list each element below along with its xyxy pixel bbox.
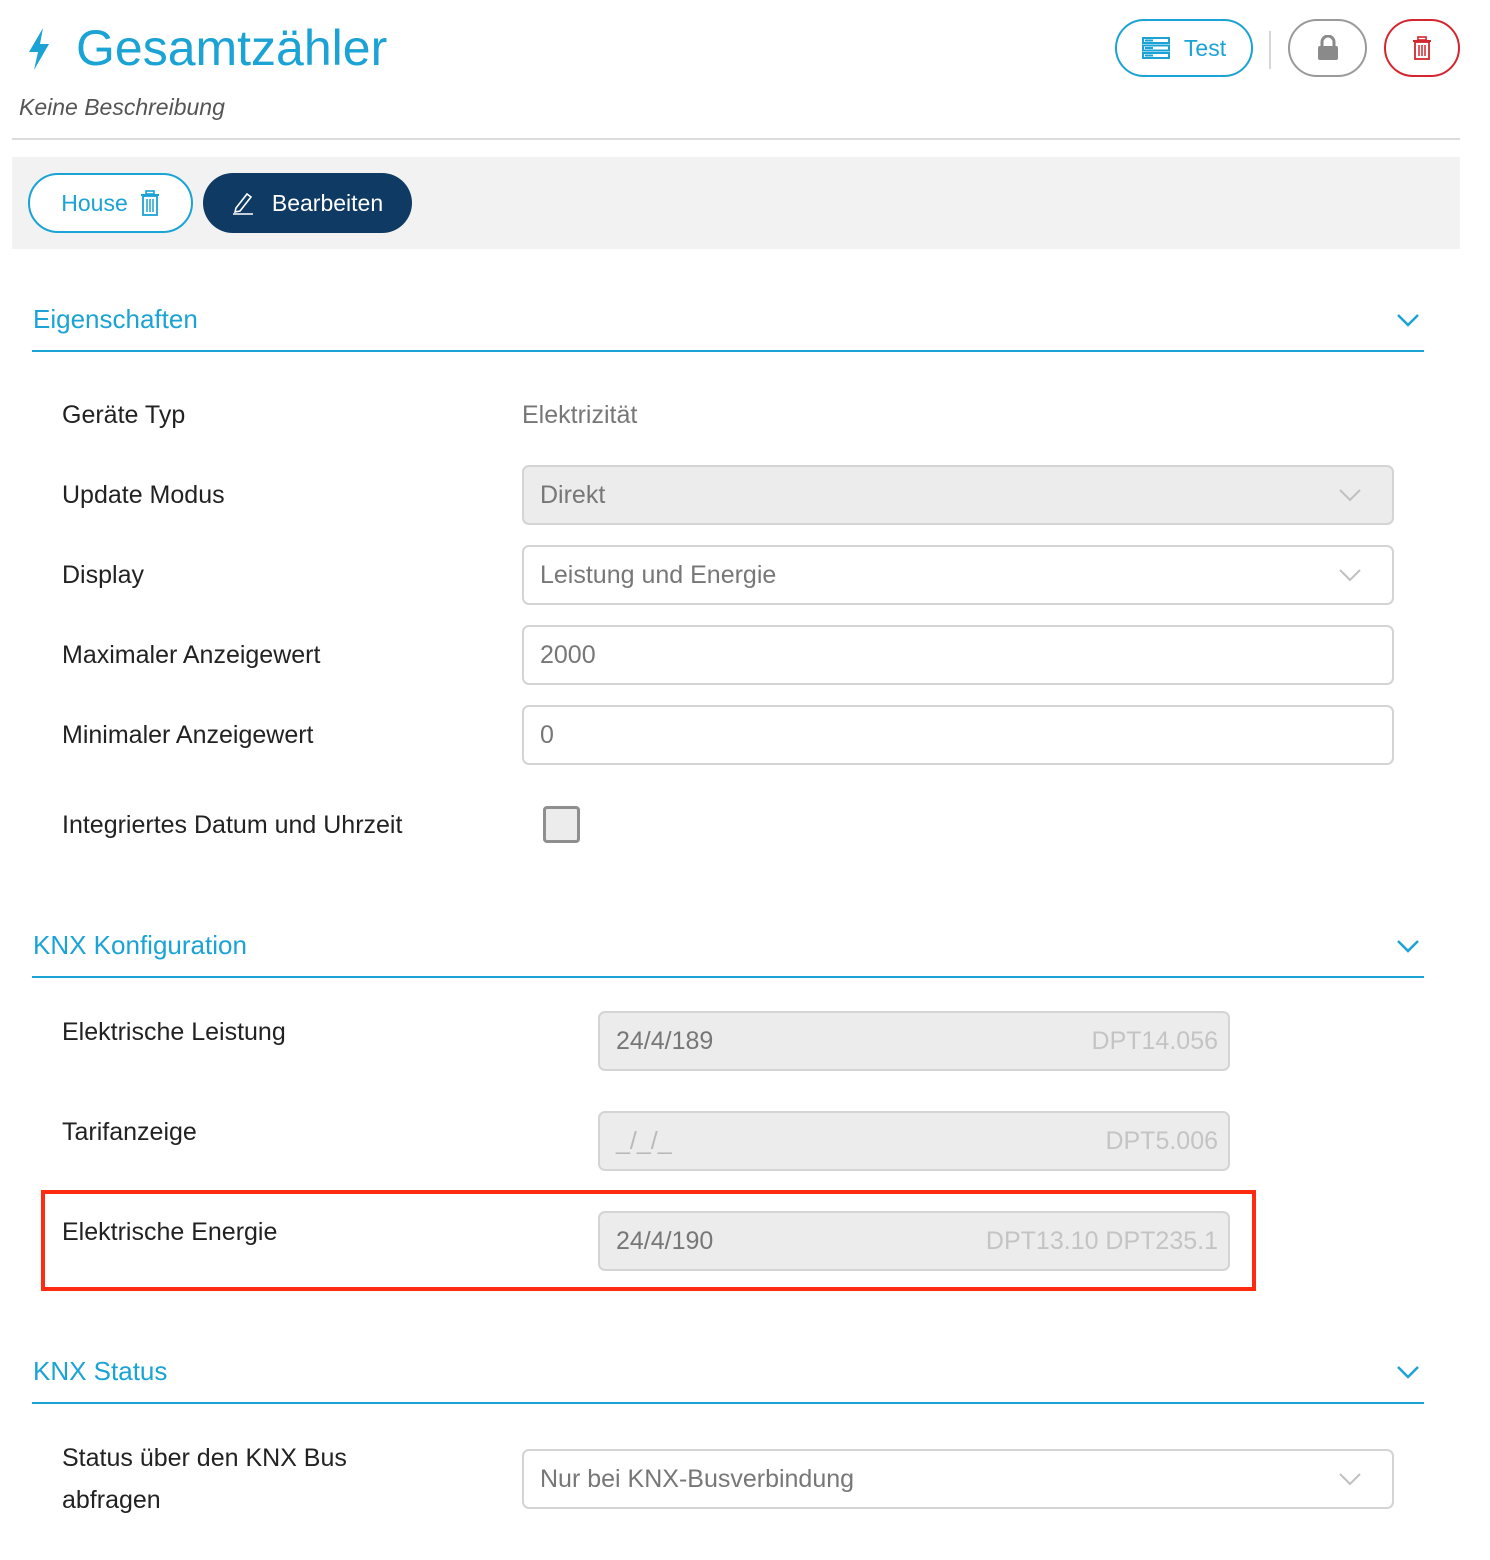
room-chip[interactable]: House xyxy=(28,173,193,233)
chevron-down-icon xyxy=(1339,569,1361,582)
power-address: 24/4/189 xyxy=(616,1026,714,1055)
section-divider xyxy=(32,976,1424,978)
section-title-knx-config[interactable]: KNX Konfiguration xyxy=(33,928,247,962)
tariff-address-input[interactable]: _/_/_ DPT5.006 xyxy=(598,1111,1230,1171)
chevron-down-icon xyxy=(1339,1473,1361,1486)
update-mode-value: Direkt xyxy=(540,480,606,509)
min-value-input[interactable]: 0 xyxy=(522,705,1394,765)
lock-icon xyxy=(1317,35,1338,60)
display-value: Leistung und Energie xyxy=(540,560,777,589)
section-divider xyxy=(32,1402,1424,1404)
datetime-label: Integriertes Datum und Uhrzeit xyxy=(62,811,403,839)
section-title-knx-status[interactable]: KNX Status xyxy=(33,1354,167,1388)
tariff-dpt: DPT5.006 xyxy=(1105,1126,1218,1155)
power-dpt: DPT14.056 xyxy=(1091,1026,1218,1055)
datetime-checkbox[interactable] xyxy=(543,806,580,843)
room-chip-label: House xyxy=(61,189,128,216)
status-query-value: Nur bei KNX-Busverbindung xyxy=(540,1464,855,1493)
delete-button[interactable] xyxy=(1384,19,1460,77)
pencil-icon xyxy=(232,192,253,215)
chevron-down-icon[interactable] xyxy=(1396,938,1420,954)
device-type-label: Geräte Typ xyxy=(62,401,186,429)
edit-button-label: Bearbeiten xyxy=(271,189,384,216)
page-description: Keine Beschreibung xyxy=(19,94,225,120)
update-mode-label: Update Modus xyxy=(62,481,225,509)
min-value-text: 0 xyxy=(540,720,554,749)
header-divider xyxy=(1269,31,1271,69)
edit-button[interactable]: Bearbeiten xyxy=(203,173,412,233)
min-value-label: Minimaler Anzeigewert xyxy=(62,721,314,749)
tariff-label: Tarifanzeige xyxy=(62,1118,197,1146)
status-query-label-line1: Status über den KNX Bus xyxy=(62,1444,347,1472)
max-value-text: 2000 xyxy=(540,640,596,669)
header-divider-line xyxy=(12,138,1460,140)
power-label: Elektrische Leistung xyxy=(62,1018,286,1046)
trash-icon xyxy=(1413,36,1431,60)
max-value-label: Maximaler Anzeigewert xyxy=(62,641,321,669)
trash-icon[interactable] xyxy=(140,190,160,216)
bolt-icon xyxy=(29,28,49,70)
tariff-address: _/_/_ xyxy=(616,1126,672,1155)
update-mode-select[interactable]: Direkt xyxy=(522,465,1394,525)
test-button-label: Test xyxy=(1183,34,1227,61)
status-query-label-line2: abfragen xyxy=(62,1486,161,1514)
device-type-value: Elektrizität xyxy=(522,401,638,429)
display-label: Display xyxy=(62,561,144,589)
highlight-box xyxy=(41,1190,1256,1291)
chevron-down-icon[interactable] xyxy=(1396,312,1420,328)
chevron-down-icon[interactable] xyxy=(1396,1364,1420,1380)
page-title: Gesamtzähler xyxy=(76,20,388,76)
server-list-icon xyxy=(1141,37,1170,59)
max-value-input[interactable]: 2000 xyxy=(522,625,1394,685)
status-query-label: Status über den KNX Bus abfragen xyxy=(62,1437,347,1521)
chevron-down-icon xyxy=(1339,489,1361,502)
display-select[interactable]: Leistung und Energie xyxy=(522,545,1394,605)
section-divider xyxy=(32,350,1424,352)
lock-button[interactable] xyxy=(1288,19,1367,77)
section-title-properties[interactable]: Eigenschaften xyxy=(33,302,198,336)
test-button[interactable]: Test xyxy=(1115,19,1253,77)
power-address-input[interactable]: 24/4/189 DPT14.056 xyxy=(598,1011,1230,1071)
status-query-select[interactable]: Nur bei KNX-Busverbindung xyxy=(522,1449,1394,1509)
